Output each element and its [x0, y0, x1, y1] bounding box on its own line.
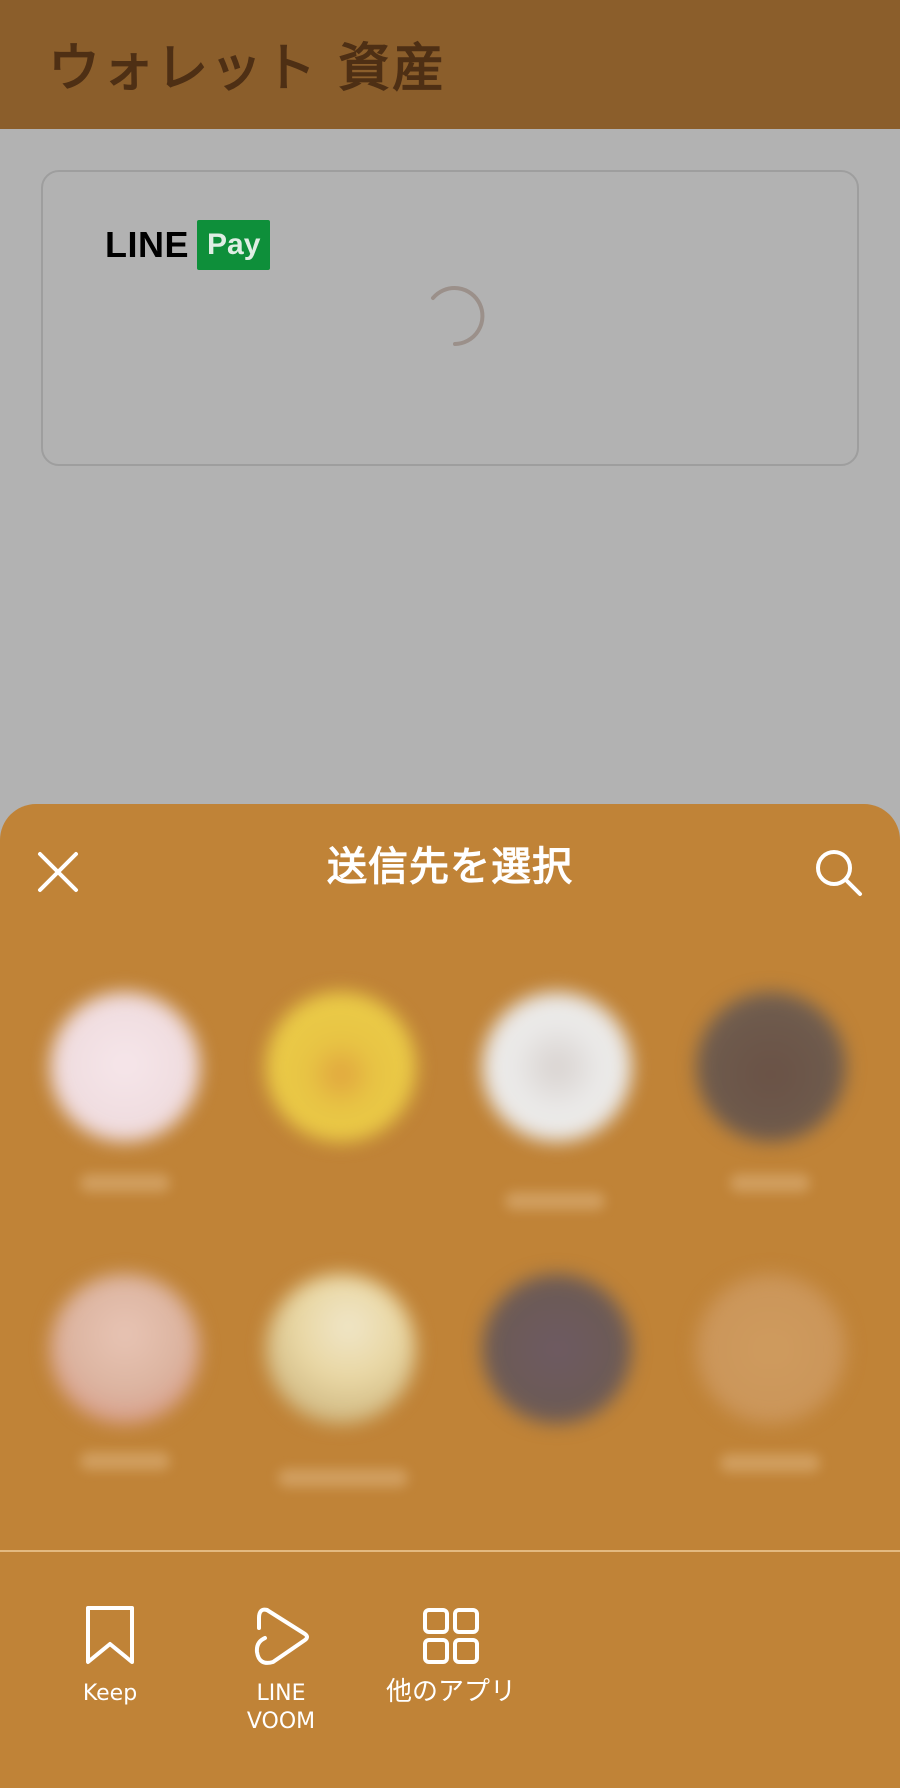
friend-name-redacted [720, 1454, 820, 1472]
share-app-keep-label: Keep [82, 1681, 138, 1706]
bookmark-icon [86, 1606, 134, 1664]
friend-avatar[interactable] [266, 992, 416, 1142]
loading-spinner-icon [431, 286, 485, 346]
friend-avatar[interactable] [696, 1274, 846, 1424]
page-title: ウォレット 資産 [48, 39, 447, 99]
friend-avatar[interactable] [696, 992, 846, 1142]
line-pay-logo-text: LINE [105, 224, 190, 265]
friend-name-redacted [730, 1174, 810, 1192]
share-app-keep[interactable]: Keep [25, 1604, 195, 1708]
share-app-voom-label-line1: LINE [256, 1681, 306, 1706]
share-app-other-apps[interactable]: 他のアプリ [366, 1604, 536, 1706]
share-app-voom-label-line2: VOOM [246, 1709, 316, 1734]
friend-avatar[interactable] [482, 992, 632, 1142]
friend-name-redacted [505, 1192, 605, 1210]
friend-avatar[interactable] [50, 1274, 200, 1424]
friend-name-redacted [80, 1174, 170, 1192]
share-app-line-voom[interactable]: LINE VOOM [196, 1604, 366, 1736]
share-sheet: 送信先を選択 Keep LINE VOOM 他のアプリ [0, 804, 900, 1788]
friend-name-redacted [80, 1452, 170, 1470]
friend-avatar[interactable] [482, 1274, 632, 1424]
line-pay-logo-badge: Pay [197, 220, 271, 270]
friend-avatar[interactable] [50, 992, 200, 1142]
share-sheet-divider [0, 1550, 900, 1552]
friend-name-redacted [278, 1469, 408, 1487]
share-app-other-label: 他のアプリ [385, 1677, 516, 1707]
app-header: ウォレット 資産 [0, 0, 900, 129]
line-pay-card[interactable]: LINE Pay [41, 170, 859, 466]
search-icon[interactable] [812, 846, 864, 898]
voom-play-icon [254, 1607, 309, 1665]
grid-apps-icon [423, 1608, 479, 1664]
friend-avatar[interactable] [266, 1274, 416, 1424]
line-pay-logo: LINE Pay [105, 220, 271, 270]
share-sheet-title: 送信先を選択 [327, 844, 573, 890]
